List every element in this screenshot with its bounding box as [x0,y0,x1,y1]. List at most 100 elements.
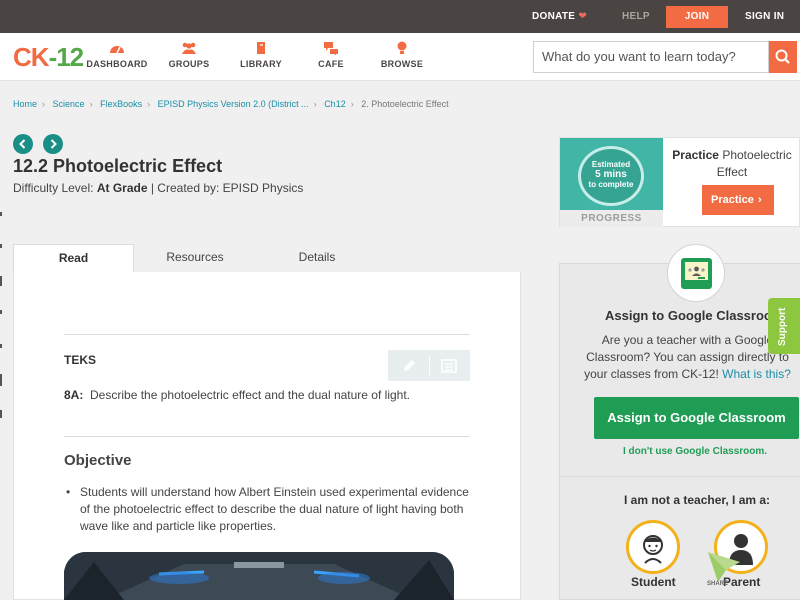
edge-mark [0,344,2,348]
nav-library[interactable]: LIBRARY [226,41,296,69]
edge-mark [0,212,2,216]
nav-groups-label: GROUPS [168,59,210,69]
bullet-dot: • [66,485,71,499]
donate-link[interactable]: DONATE ❤ [532,11,587,22]
share-label: SHARE [707,581,729,587]
created-by: | Created by: EPISD Physics [150,181,304,195]
edge-mark [0,410,2,418]
nav-dashboard-label: DASHBOARD [86,59,148,69]
estimated-suffix: to complete [588,180,634,189]
edge-mark [0,310,2,314]
list-item: Students will understand how Albert Eins… [80,485,469,533]
assign-to-classroom-button[interactable]: Assign to Google Classroom [594,397,799,439]
groups-icon [182,42,196,54]
not-teacher-label: I am not a teacher, I am a: [624,493,771,507]
objective-heading: Objective [64,452,132,469]
donate-label: DONATE [532,11,576,22]
chevron-left-icon [19,139,26,149]
breadcrumb-separator: › [313,99,317,109]
library-icon [257,42,265,54]
practice-widget: Estimated 5 mins to complete PROGRESS Pr… [559,137,800,227]
main-header: CK-12 DASHBOARD GROUPS LIBRARY CAFE BROW… [0,33,800,81]
previous-lesson-button[interactable] [13,134,33,154]
cafe-icon [324,42,338,55]
teks-heading: TEKS [64,353,97,367]
notes-button[interactable] [440,357,458,380]
lesson-image [64,552,454,600]
top-utility-bar: DONATE ❤ HELP JOIN SIGN IN [0,0,800,33]
toolbar-divider [429,356,430,375]
join-button[interactable]: JOIN [666,6,728,28]
dont-use-classroom-link[interactable]: I don't use Google Classroom. [623,446,767,457]
breadcrumb-flexbooks[interactable]: FlexBooks [100,99,142,109]
content-divider [64,334,470,335]
breadcrumb-separator: › [350,99,354,109]
what-is-this-link[interactable]: What is this? [722,367,791,381]
chevron-right-icon: › [758,194,762,206]
classroom-divider [560,476,800,477]
breadcrumb-science[interactable]: Science [53,99,85,109]
practice-title: Practice Photoelectric Effect [663,147,800,181]
search-icon [775,49,790,64]
pencil-button[interactable] [400,357,418,380]
nav-browse[interactable]: BROWSE [367,41,437,69]
tab-read[interactable]: Read [13,244,134,273]
content-divider [64,436,470,437]
teks-code: 8A: [64,388,84,402]
google-classroom-logo [667,244,725,302]
dashboard-icon [110,46,124,54]
help-link[interactable]: HELP [622,11,650,22]
nav-cafe[interactable]: CAFE [296,41,366,69]
classroom-description: Are you a teacher with a Google Classroo… [575,332,800,383]
classroom-title: Assign to Google Classroom [605,308,784,323]
student-role-button[interactable] [626,520,680,574]
nav-library-label: LIBRARY [240,59,282,69]
practice-title-rest: Photoelectric Effect [716,148,792,179]
sign-in-link[interactable]: SIGN IN [745,11,784,22]
edge-mark [0,276,2,286]
practice-progress-badge: Estimated 5 mins to complete PROGRESS [560,138,663,227]
browse-icon [397,41,407,54]
student-avatar-icon [643,535,663,564]
student-label: Student [631,575,676,589]
logo-ck: CK [13,42,50,72]
breadcrumb: Home › Science › FlexBooks › EPISD Physics … [13,99,449,109]
nav-groups[interactable]: GROUPS [154,41,224,69]
estimated-minutes: 5 mins [595,169,627,180]
nav-cafe-label: CAFE [318,59,344,69]
ck12-logo[interactable]: CK-12 [13,42,84,73]
support-label: Support [777,307,788,346]
practice-button[interactable]: Practice › [702,185,774,215]
search-input[interactable]: What do you want to learn today? [533,41,769,73]
nav-dashboard[interactable]: DASHBOARD [82,41,152,69]
edge-mark [0,244,2,248]
breadcrumb-separator: › [89,99,93,109]
estimated-label: Estimated [591,160,631,169]
difficulty-level: At Grade [96,181,148,195]
breadcrumb-book[interactable]: EPISD Physics Version 2.0 (District ... [158,99,309,109]
lab-photo-illustration [64,552,454,600]
objective-list: • Students will understand how Albert Ei… [64,484,472,535]
next-lesson-button[interactable] [43,134,63,154]
search-button[interactable] [769,41,797,73]
practice-title-bold: Practice [672,148,719,162]
teks-text: Describe the photoelectric effect and th… [90,388,410,402]
progress-label: PROGRESS [560,210,663,227]
edge-mark [0,374,2,386]
practice-button-label: Practice [711,194,754,206]
difficulty-prefix: Difficulty Level: [13,181,94,195]
teks-standard: 8A: Describe the photoelectric effect an… [64,388,410,402]
breadcrumb-home[interactable]: Home [13,99,37,109]
notes-icon [441,359,457,373]
classroom-people-icon [685,262,708,280]
estimated-time: Estimated 5 mins to complete [580,160,642,189]
tab-resources[interactable]: Resources [136,244,254,273]
pencil-icon [404,360,415,371]
tab-details[interactable]: Details [258,244,376,273]
breadcrumb-current: 2. Photoelectric Effect [361,99,449,109]
heart-icon: ❤ [578,11,588,22]
breadcrumb-separator: › [147,99,151,109]
chevron-right-icon [50,139,57,149]
support-tab[interactable]: Support [768,298,800,354]
breadcrumb-chapter[interactable]: Ch12 [324,99,346,109]
